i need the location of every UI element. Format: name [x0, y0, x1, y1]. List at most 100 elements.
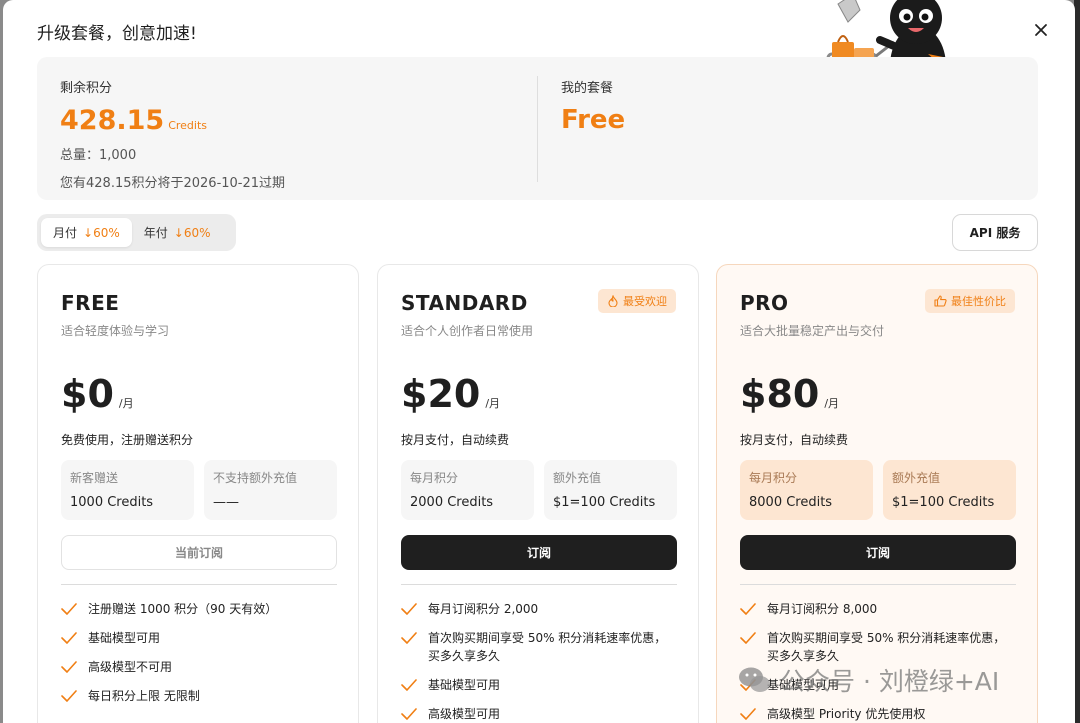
- plan-price: $80: [740, 372, 820, 416]
- total-credits-text: 总量：1,000: [60, 148, 137, 163]
- check-icon: [401, 632, 417, 644]
- remaining-credits-label: 剩余积分: [60, 81, 113, 96]
- credits-expiry-text: 您有428.15积分将于2026-10-21过期: [60, 176, 286, 191]
- feature-item: 基础模型可用: [401, 676, 677, 694]
- wechat-icon: [739, 667, 770, 692]
- plan-card-standard: STANDARD 最受欢迎 适合个人创作者日常使用 $20 /月 按月支付，自动…: [377, 264, 699, 723]
- check-icon: [61, 661, 77, 673]
- tab-monthly[interactable]: 月付 ↓60%: [41, 218, 132, 247]
- feature-item: 高级模型 Priority 优先使用权: [740, 705, 1016, 723]
- feature-text: 首次购买期间享受 50% 积分消耗速率优惠，买多久享多久: [428, 631, 667, 663]
- feature-item: 每月订阅积分 2,000: [401, 600, 677, 618]
- badge-text: 最佳性价比: [951, 295, 1006, 308]
- tab-yearly-discount: ↓60%: [173, 225, 211, 240]
- watermark: 公众号 · 刘橙绿+AI: [738, 662, 999, 698]
- check-icon: [740, 603, 756, 615]
- credits-unit: Credits: [168, 119, 208, 132]
- card-divider: [401, 584, 677, 585]
- feature-text: 注册赠送 1000 积分（90 天有效）: [88, 602, 278, 616]
- card-divider: [740, 584, 1016, 585]
- current-plan-label: 我的套餐: [561, 81, 614, 96]
- payment-note: 免费使用，注册赠送积分: [61, 433, 194, 447]
- badge-text: 最受欢迎: [623, 295, 667, 308]
- top-up-box: 额外充值 $1=100 Credits: [544, 460, 677, 520]
- account-summary-panel: 剩余积分 428.15 Credits 总量：1,000 您有428.15积分将…: [37, 57, 1038, 200]
- subscribe-pro-button[interactable]: 订阅: [740, 535, 1016, 570]
- box-value: 2000 Credits: [410, 495, 494, 510]
- watermark-text: 公众号 · 刘橙绿+AI: [780, 667, 1000, 696]
- summary-divider: [537, 76, 538, 182]
- upgrade-plan-modal: 升级套餐，创意加速! 剩余积分 428.15 Credits 总量：1,000 …: [3, 0, 1075, 723]
- box-label: 额外充值: [553, 471, 602, 485]
- billing-period-toggle: 月付 ↓60% 年付 ↓60%: [37, 214, 236, 251]
- box-value: 1000 Credits: [70, 495, 154, 510]
- monthly-credits-box: 每月积分 2000 Credits: [401, 460, 534, 520]
- check-icon: [740, 632, 756, 644]
- bonus-credits-box: 新客赠送 1000 Credits: [61, 460, 194, 520]
- current-subscription-button[interactable]: 当前订阅: [61, 535, 337, 570]
- plan-price: $0: [61, 372, 114, 416]
- tab-yearly[interactable]: 年付 ↓60%: [132, 218, 223, 247]
- popular-badge: 最受欢迎: [598, 289, 676, 313]
- check-icon: [401, 603, 417, 615]
- feature-text: 基础模型可用: [428, 678, 501, 692]
- box-label: 每月积分: [749, 471, 798, 485]
- check-icon: [61, 632, 77, 644]
- feature-item: 每月订阅积分 8,000: [740, 600, 1016, 618]
- box-label: 额外充值: [892, 471, 941, 485]
- remaining-credits-section: 剩余积分 428.15 Credits 总量：1,000 您有428.15积分将…: [60, 77, 285, 191]
- tab-monthly-label: 月付: [53, 226, 78, 240]
- price-period: /月: [485, 397, 501, 410]
- plan-description: 适合轻度体验与学习: [61, 324, 170, 338]
- plan-card-free: FREE 适合轻度体验与学习 $0 /月 免费使用，注册赠送积分 新客赠送 10…: [37, 264, 359, 723]
- check-icon: [61, 603, 77, 615]
- tab-monthly-discount: ↓60%: [83, 225, 120, 240]
- price-period: /月: [824, 397, 840, 410]
- feature-list: 注册赠送 1000 积分（90 天有效） 基础模型可用 高级模型不可用 每日积分…: [61, 600, 337, 716]
- monthly-credits-box: 每月积分 8000 Credits: [740, 460, 873, 520]
- feature-text: 高级模型 Priority 优先使用权: [767, 707, 926, 721]
- subscribe-standard-button[interactable]: 订阅: [401, 535, 677, 570]
- feature-text: 每月订阅积分 8,000: [767, 602, 878, 616]
- plan-description: 适合个人创作者日常使用: [401, 324, 534, 338]
- current-plan-section: 我的套餐 Free: [561, 77, 625, 135]
- plan-name: PRO: [740, 291, 789, 315]
- feature-item: 高级模型可用: [401, 705, 677, 723]
- feature-list: 每月订阅积分 2,000 首次购买期间享受 50% 积分消耗速率优惠，买多久享多…: [401, 600, 677, 723]
- current-plan-value: Free: [561, 105, 626, 135]
- plan-card-pro: PRO 最佳性价比 适合大批量稳定产出与交付 $80 /月 按月支付，自动续费 …: [716, 264, 1038, 723]
- box-value: $1=100 Credits: [892, 495, 995, 510]
- box-label: 新客赠送: [70, 471, 119, 485]
- payment-note: 按月支付，自动续费: [401, 433, 510, 447]
- check-icon: [401, 708, 417, 720]
- feature-text: 基础模型可用: [88, 631, 161, 645]
- feature-text: 高级模型可用: [428, 707, 501, 721]
- card-divider: [61, 584, 337, 585]
- box-label: 每月积分: [410, 471, 459, 485]
- close-button[interactable]: [1029, 18, 1053, 42]
- plan-name: FREE: [61, 291, 120, 315]
- feature-item: 高级模型不可用: [61, 658, 337, 676]
- feature-text: 首次购买期间享受 50% 积分消耗速率优惠，买多久享多久: [767, 631, 1006, 663]
- api-service-button[interactable]: API 服务: [952, 214, 1038, 251]
- thumbs-up-icon: [934, 295, 947, 307]
- plan-name: STANDARD: [401, 291, 528, 315]
- feature-item: 注册赠送 1000 积分（90 天有效）: [61, 600, 337, 618]
- feature-item: 基础模型可用: [61, 629, 337, 647]
- modal-title: 升级套餐，创意加速!: [37, 24, 197, 44]
- feature-text: 每日积分上限 无限制: [88, 689, 200, 703]
- check-icon: [401, 679, 417, 691]
- box-label: 不支持额外充值: [213, 471, 298, 485]
- payment-note: 按月支付，自动续费: [740, 433, 849, 447]
- best-value-badge: 最佳性价比: [925, 289, 1015, 313]
- tab-yearly-label: 年付: [143, 226, 168, 240]
- plan-price: $20: [401, 372, 481, 416]
- feature-text: 高级模型不可用: [88, 660, 173, 674]
- price-period: /月: [118, 397, 134, 410]
- box-value: ——: [213, 495, 239, 510]
- box-value: $1=100 Credits: [553, 495, 656, 510]
- top-up-box: 不支持额外充值 ——: [204, 460, 337, 520]
- box-value: 8000 Credits: [749, 495, 833, 510]
- check-icon: [740, 708, 756, 720]
- flame-icon: [608, 295, 618, 307]
